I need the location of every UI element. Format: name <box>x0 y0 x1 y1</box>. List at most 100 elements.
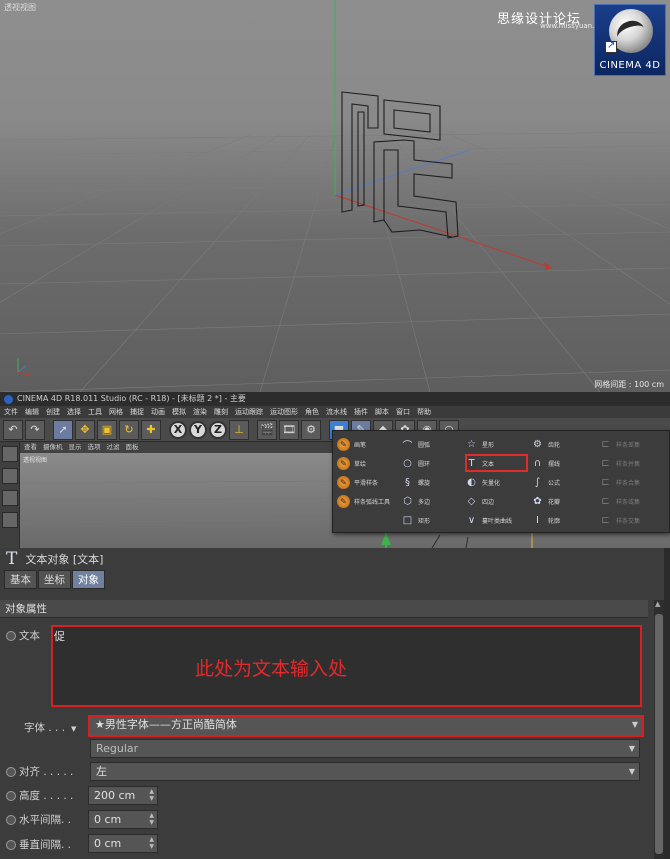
font-select[interactable]: ★男性字体——方正尚酷简体 ▼ <box>88 715 644 737</box>
menu-select[interactable]: 选择 <box>67 406 81 418</box>
render-view-icon[interactable]: 🎬 <box>257 419 277 440</box>
font-expand-triangle-icon[interactable]: ▼ <box>71 725 76 733</box>
tab-basic[interactable]: 基本 <box>4 570 37 589</box>
pen-icon: ✎ <box>337 438 350 451</box>
spline-smooth-tool[interactable]: ✎ 平滑样条 <box>337 473 403 492</box>
circle-spline[interactable]: ○ 圆环 <box>401 454 467 473</box>
height-stepper-icon[interactable]: ▲ ▼ <box>149 788 154 802</box>
align-animate-radio[interactable] <box>6 767 16 777</box>
arc-tool-icon: ✎ <box>337 495 350 508</box>
scale-icon[interactable]: ▣ <box>97 419 117 440</box>
tab-coord[interactable]: 坐标 <box>38 570 71 589</box>
cissoid-spline[interactable]: ∨ 蔓叶类曲线 <box>465 511 531 530</box>
hspacing-stepper-icon[interactable]: ▲ ▼ <box>149 812 154 826</box>
menu-render[interactable]: 渲染 <box>193 406 207 418</box>
model-mode-icon[interactable] <box>2 446 18 462</box>
text-row-label: 文本 <box>6 628 40 643</box>
profile-spline[interactable]: Ⅰ 轮廓 <box>531 511 597 530</box>
height-input[interactable]: 200 cm ▲ ▼ <box>88 786 158 805</box>
spline-union[interactable]: ⊏ 样条并集 <box>599 454 665 473</box>
coordinate-system-icon[interactable]: ⊥ <box>229 419 249 440</box>
vp-menu-view[interactable]: 查看 <box>24 442 37 453</box>
menu-simulate[interactable]: 模拟 <box>172 406 186 418</box>
scrollbar-thumb[interactable] <box>655 614 663 854</box>
texture-mode-icon[interactable] <box>2 468 18 484</box>
helix-spline[interactable]: § 螺旋 <box>401 473 467 492</box>
formula-spline[interactable]: ∫ 公式 <box>531 473 597 492</box>
menu-edit[interactable]: 编辑 <box>25 406 39 418</box>
flower-spline[interactable]: ✿ 花瓣 <box>531 492 597 511</box>
palette-column-1: ✎ 画笔 ✎ 草绘 ✎ 平滑样条 ✎ 样条弧线工具 <box>337 435 403 511</box>
ngon-spline[interactable]: ⬡ 多边 <box>401 492 467 511</box>
perspective-viewport[interactable]: 透视视图 网格间距 : 100 cm 思缘设计论坛 www.missyuan.c… <box>0 0 670 392</box>
spline-or[interactable]: ⊏ 样条或集 <box>599 492 665 511</box>
menu-script[interactable]: 脚本 <box>375 406 389 418</box>
move-icon[interactable]: ✥ <box>75 419 95 440</box>
render-settings-icon[interactable]: ⚙ <box>301 419 321 440</box>
vertical-spacing-input[interactable]: 0 cm ▲ ▼ <box>88 834 158 853</box>
menu-plugins[interactable]: 插件 <box>354 406 368 418</box>
menu-window[interactable]: 窗口 <box>396 406 410 418</box>
cogwheel-spline[interactable]: ⚙ 齿轮 <box>531 435 597 454</box>
vp-menu-cameras[interactable]: 摄像机 <box>43 442 63 453</box>
scroll-up-icon[interactable]: ▲ <box>655 600 660 608</box>
star-spline[interactable]: ☆ 星形 <box>465 435 531 454</box>
attribute-tabs: 基本 坐标 对象 <box>0 570 670 591</box>
menu-create[interactable]: 创建 <box>46 406 60 418</box>
text-animate-radio[interactable] <box>6 631 16 641</box>
profile-icon: Ⅰ <box>536 515 539 526</box>
menu-file[interactable]: 文件 <box>4 406 18 418</box>
star-icon: ☆ <box>467 439 476 450</box>
hexagon-icon: ⬡ <box>403 496 412 507</box>
menu-motion-tracking[interactable]: 运动跟踪 <box>235 406 263 418</box>
z-axis-toggle[interactable]: Z <box>209 420 227 439</box>
height-animate-radio[interactable] <box>6 791 16 801</box>
sketch-tool[interactable]: ✎ 草绘 <box>337 454 403 473</box>
menu-mograph[interactable]: 运动图形 <box>270 406 298 418</box>
four-side-spline[interactable]: ◇ 四边 <box>465 492 531 511</box>
spline-intersect[interactable]: ⊏ 样条交集 <box>599 511 665 530</box>
vectorizer-spline[interactable]: ◐ 矢量化 <box>465 473 531 492</box>
pen-tool[interactable]: ✎ 画笔 <box>337 435 403 454</box>
checker-mode-icon[interactable] <box>2 490 18 506</box>
spline-or-icon: ⊏ <box>601 496 610 507</box>
points-mode-icon[interactable] <box>2 512 18 528</box>
cycloid-spline[interactable]: ∩ 摆线 <box>531 454 597 473</box>
attribute-scrollbar[interactable]: ▲ <box>654 600 664 859</box>
font-style-select[interactable]: Regular ▼ <box>90 739 640 758</box>
vp-menu-panel[interactable]: 面板 <box>126 442 139 453</box>
rectangle-icon: □ <box>402 515 413 526</box>
hspacing-animate-radio[interactable] <box>6 815 16 825</box>
vspacing-animate-radio[interactable] <box>6 840 16 850</box>
menu-pipeline[interactable]: 流水线 <box>326 406 347 418</box>
menu-animate[interactable]: 动画 <box>151 406 165 418</box>
select-arrow-icon[interactable]: ➚ <box>53 419 73 440</box>
rotate-icon[interactable]: ↻ <box>119 419 139 440</box>
menu-snap[interactable]: 捕捉 <box>130 406 144 418</box>
spline-subtract[interactable]: ⊏ 样条差集 <box>599 435 665 454</box>
undo-icon[interactable]: ↶ <box>3 419 23 440</box>
vp-menu-filter[interactable]: 过滤 <box>107 442 120 453</box>
menu-mesh[interactable]: 网格 <box>109 406 123 418</box>
text-object-outline[interactable] <box>341 91 459 239</box>
vp-menu-options[interactable]: 选项 <box>88 442 101 453</box>
render-picture-viewer-icon[interactable]: 🎞 <box>279 419 299 440</box>
menu-tools[interactable]: 工具 <box>88 406 102 418</box>
tab-object[interactable]: 对象 <box>72 570 105 589</box>
spline-arc-tool[interactable]: ✎ 样条弧线工具 <box>337 492 403 511</box>
vspacing-stepper-icon[interactable]: ▲ ▼ <box>149 836 154 850</box>
menu-sculpt[interactable]: 雕刻 <box>214 406 228 418</box>
smooth-icon: ✎ <box>337 476 350 489</box>
rectangle-spline[interactable]: □ 矩形 <box>401 511 467 530</box>
horizontal-spacing-input[interactable]: 0 cm ▲ ▼ <box>88 810 158 829</box>
spline-and[interactable]: ⊏ 样条合集 <box>599 473 665 492</box>
menu-help[interactable]: 帮助 <box>417 406 431 418</box>
menu-character[interactable]: 角色 <box>305 406 319 418</box>
transform-icon[interactable]: ✚ <box>141 419 161 440</box>
arc-spline[interactable]: ⌒ 圆弧 <box>401 435 467 454</box>
x-axis-toggle[interactable]: X <box>169 420 187 439</box>
align-select[interactable]: 左 ▼ <box>90 762 640 781</box>
redo-icon[interactable]: ↷ <box>25 419 45 440</box>
y-axis-toggle[interactable]: Y <box>189 420 207 439</box>
vp-menu-display[interactable]: 显示 <box>69 442 82 453</box>
